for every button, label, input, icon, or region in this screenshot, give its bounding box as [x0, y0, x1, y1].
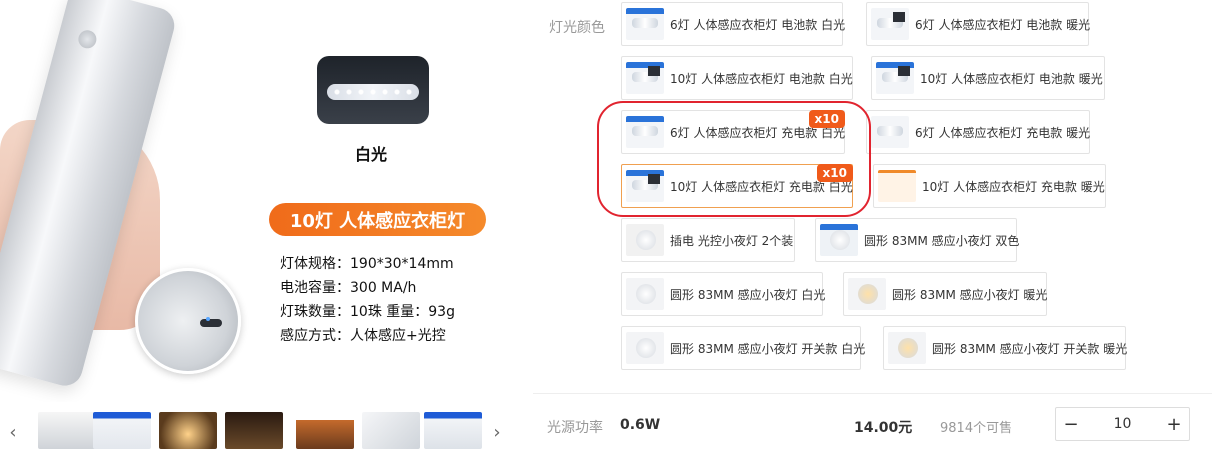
option-thumbnail — [888, 332, 926, 364]
divider — [533, 393, 1212, 394]
option-label: 圆形 83MM 感应小夜灯 双色 — [864, 233, 1020, 248]
option-item[interactable]: 圆形 83MM 感应小夜灯 开关款 暖光 — [883, 326, 1127, 370]
stock-count: 9814个可售 — [940, 421, 1013, 436]
option-item[interactable]: 6灯 人体感应衣柜灯 充电款 暖光 — [866, 110, 1090, 154]
thumbnail-3[interactable] — [159, 412, 217, 449]
option-item[interactable]: 圆形 83MM 感应小夜灯 白光 — [621, 272, 825, 316]
quantity-input[interactable]: 10 — [1086, 416, 1159, 432]
option-item[interactable]: 圆形 83MM 感应小夜灯 开关款 白光 — [621, 326, 865, 370]
option-thumbnail — [848, 278, 886, 310]
thumbnail-5[interactable] — [296, 412, 354, 449]
spec-line: 感应方式：人体感应+光控 — [280, 328, 446, 344]
led-dots-image — [331, 87, 415, 97]
thumbnail-2[interactable] — [93, 412, 151, 449]
usb-port-icon — [200, 319, 222, 327]
product-page: 白光 10灯 人体感应衣柜灯 灯体规格：190*30*14mm 电池容量：300… — [0, 0, 1212, 449]
spec-line: 灯体规格：190*30*14mm — [280, 256, 454, 272]
product-title-banner: 10灯 人体感应衣柜灯 — [269, 203, 486, 236]
option-label: 6灯 人体感应衣柜灯 充电款 暖光 — [915, 125, 1091, 140]
option-thumbnail — [626, 62, 664, 94]
product-image: 白光 10灯 人体感应衣柜灯 灯体规格：190*30*14mm 电池容量：300… — [0, 0, 510, 402]
spec-line: 电池容量：300 MA/h — [280, 280, 417, 296]
sku-options-panel: 灯光颜色 6灯 人体感应衣柜灯 电池款 白光 6灯 人体感应衣柜灯 电池款 暖光… — [533, 0, 1212, 449]
option-item[interactable]: 10灯 人体感应衣柜灯 电池款 白光 — [621, 56, 853, 100]
thumbnail-1[interactable] — [38, 412, 96, 449]
option-thumbnail — [626, 224, 664, 256]
option-label: 10灯 人体感应衣柜灯 电池款 白光 — [670, 71, 853, 86]
thumbnail-6[interactable] — [362, 412, 420, 449]
option-item[interactable]: 6灯 人体感应衣柜灯 电池款 白光 — [621, 2, 845, 46]
option-label: 10灯 人体感应衣柜灯 电池款 暖光 — [920, 71, 1103, 86]
thumbnail-strip: ‹ › — [0, 410, 510, 449]
charging-port-detail-image — [135, 268, 241, 374]
option-label-light-color: 灯光颜色 — [549, 20, 605, 36]
option-item[interactable]: 插电 光控小夜灯 2个装 — [621, 218, 795, 262]
option-item[interactable]: 圆形 83MM 感应小夜灯 双色 — [815, 218, 1019, 262]
quantity-stepper: − 10 + — [1055, 407, 1190, 441]
option-thumbnail — [626, 278, 664, 310]
chevron-right-icon[interactable]: › — [488, 420, 506, 444]
light-color-photo — [317, 56, 429, 124]
spec-line: 灯珠数量：10珠 重量：93g — [280, 304, 455, 320]
option-item[interactable]: 10灯 人体感应衣柜灯 电池款 暖光 — [871, 56, 1105, 100]
option-label: 插电 光控小夜灯 2个装 — [670, 233, 794, 248]
option-label: 圆形 83MM 感应小夜灯 开关款 白光 — [670, 341, 866, 356]
option-thumbnail — [871, 8, 909, 40]
plus-icon[interactable]: + — [1159, 408, 1189, 440]
option-label: 圆形 83MM 感应小夜灯 暖光 — [892, 287, 1048, 302]
annotation-circle — [597, 101, 871, 217]
option-label: 圆形 83MM 感应小夜灯 白光 — [670, 287, 826, 302]
thumbnail-4[interactable] — [225, 412, 283, 449]
option-label-power: 光源功率 — [547, 420, 603, 436]
light-color-caption: 白光 — [355, 145, 388, 164]
unit-price: 14.00元 — [854, 420, 913, 436]
option-item[interactable]: 10灯 人体感应衣柜灯 充电款 暖光 — [873, 164, 1106, 208]
option-thumbnail — [876, 62, 914, 94]
option-thumbnail — [878, 170, 916, 202]
option-label: 圆形 83MM 感应小夜灯 开关款 暖光 — [932, 341, 1128, 356]
minus-icon[interactable]: − — [1056, 408, 1086, 440]
power-value: 0.6W — [620, 417, 661, 433]
option-label: 6灯 人体感应衣柜灯 电池款 白光 — [670, 17, 846, 32]
indicator-led-icon — [206, 317, 210, 321]
option-thumbnail — [871, 116, 909, 148]
option-item[interactable]: 6灯 人体感应衣柜灯 电池款 暖光 — [866, 2, 1090, 46]
option-label: 10灯 人体感应衣柜灯 充电款 暖光 — [922, 179, 1105, 194]
option-item[interactable]: 圆形 83MM 感应小夜灯 暖光 — [843, 272, 1047, 316]
option-thumbnail — [626, 332, 664, 364]
thumbnail-7[interactable] — [424, 412, 482, 449]
option-label: 6灯 人体感应衣柜灯 电池款 暖光 — [915, 17, 1091, 32]
spec-list: 灯体规格：190*30*14mm 电池容量：300 MA/h 灯珠数量：10珠 … — [280, 252, 455, 348]
chevron-left-icon[interactable]: ‹ — [4, 420, 22, 444]
option-thumbnail — [820, 224, 858, 256]
option-thumbnail — [626, 8, 664, 40]
purchase-row: 光源功率 0.6W 14.00元 9814个可售 − 10 + — [533, 405, 1212, 445]
